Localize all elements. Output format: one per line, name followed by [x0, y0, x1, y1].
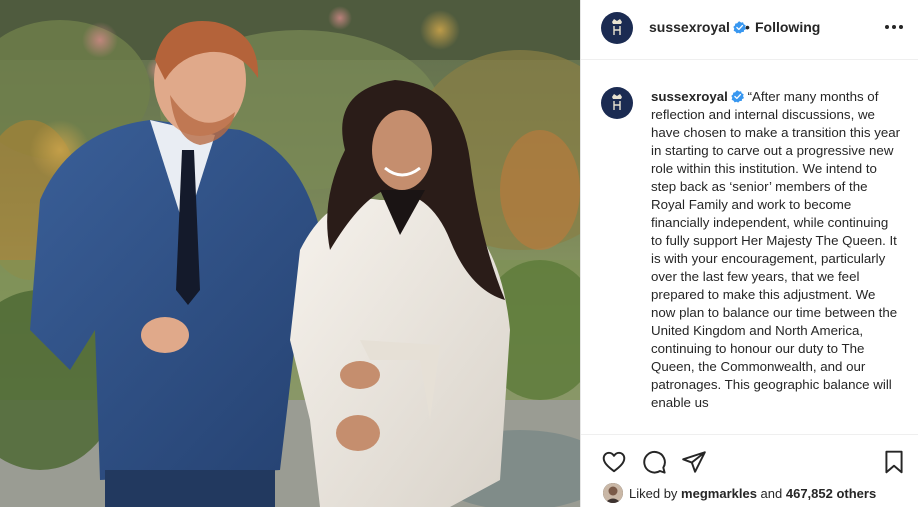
likes-summary: Liked by megmarkles and 467,852 others [629, 486, 876, 501]
liked-by-prefix: Liked by [629, 486, 682, 501]
couple-walking-photo [0, 0, 580, 507]
post-caption: sussexroyal “After many months of reflec… [651, 88, 901, 412]
post-header: sussexroyal • Following [581, 0, 918, 60]
post-photo[interactable] [0, 0, 580, 507]
royal-cypher-icon [612, 19, 622, 35]
royal-cypher-icon [612, 94, 622, 110]
username-text[interactable]: sussexroyal [649, 19, 730, 35]
header-username[interactable]: sussexroyal [649, 19, 746, 35]
profile-avatar[interactable] [601, 12, 633, 44]
share-paper-plane-icon[interactable] [681, 449, 707, 475]
liker-username[interactable]: megmarkles [681, 486, 757, 501]
more-options-icon[interactable] [885, 18, 903, 36]
like-heart-icon[interactable] [601, 449, 627, 475]
comments-area[interactable]: sussexroyal “After many months of reflec… [581, 61, 918, 433]
post-actions: Liked by megmarkles and 467,852 others [581, 434, 918, 507]
caption-avatar[interactable] [601, 87, 633, 119]
post-details-panel: sussexroyal • Following sussexroyal “Aft… [581, 0, 918, 507]
liked-by-middle: and [756, 486, 786, 501]
verified-badge-icon [733, 21, 746, 34]
save-bookmark-icon[interactable] [881, 449, 907, 475]
user-avatar-icon [603, 483, 623, 503]
verified-badge-icon [731, 90, 744, 103]
following-button[interactable]: Following [755, 19, 820, 35]
likes-count[interactable]: 467,852 others [786, 486, 876, 501]
caption-text: “After many months of reflection and int… [651, 89, 901, 410]
caption-username[interactable]: sussexroyal [651, 89, 728, 104]
comment-bubble-icon[interactable] [641, 449, 667, 475]
liker-avatar[interactable] [603, 483, 623, 503]
header-separator: • [745, 19, 750, 35]
